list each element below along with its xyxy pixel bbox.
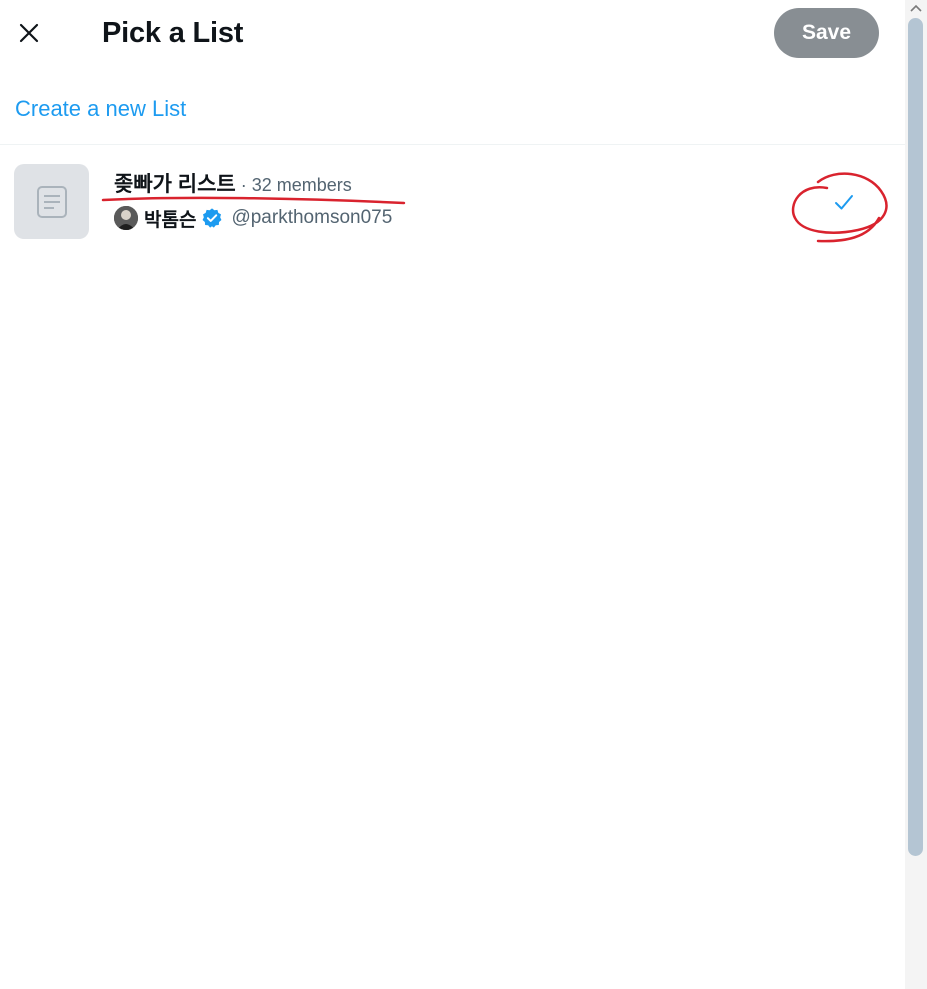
create-new-list-link[interactable]: Create a new List [15, 96, 186, 122]
list-thumbnail [14, 164, 89, 239]
pick-a-list-dialog: Pick a List Save Create a new List 좆빠가 리… [0, 0, 927, 989]
separator-dot: · [240, 175, 247, 195]
list-icon [36, 185, 67, 218]
close-icon [19, 23, 39, 43]
scrollbar[interactable] [905, 0, 927, 989]
scroll-up-button[interactable] [905, 0, 927, 16]
dialog-header: Pick a List Save [0, 0, 905, 66]
member-count: 32 members [251, 175, 352, 195]
save-button[interactable]: Save [774, 8, 879, 58]
list-title-line: 좆빠가 리스트 · 32 members [114, 172, 352, 200]
list-owner: 박톰슨 @parkthomson075 [114, 205, 392, 231]
verified-badge-icon [203, 208, 222, 228]
owner-name: 박톰슨 [144, 209, 197, 231]
close-button[interactable] [8, 12, 50, 54]
list-name: 좆빠가 리스트 [114, 173, 236, 196]
owner-handle: @parkthomson075 [231, 207, 393, 228]
check-icon [835, 195, 853, 210]
list-item[interactable]: 좆빠가 리스트 · 32 members 박톰슨 @parkthomson075 [0, 145, 905, 257]
dialog-title: Pick a List [102, 17, 244, 49]
chevron-up-icon [910, 4, 922, 12]
scrollbar-thumb[interactable] [908, 18, 923, 856]
avatar [114, 206, 138, 230]
